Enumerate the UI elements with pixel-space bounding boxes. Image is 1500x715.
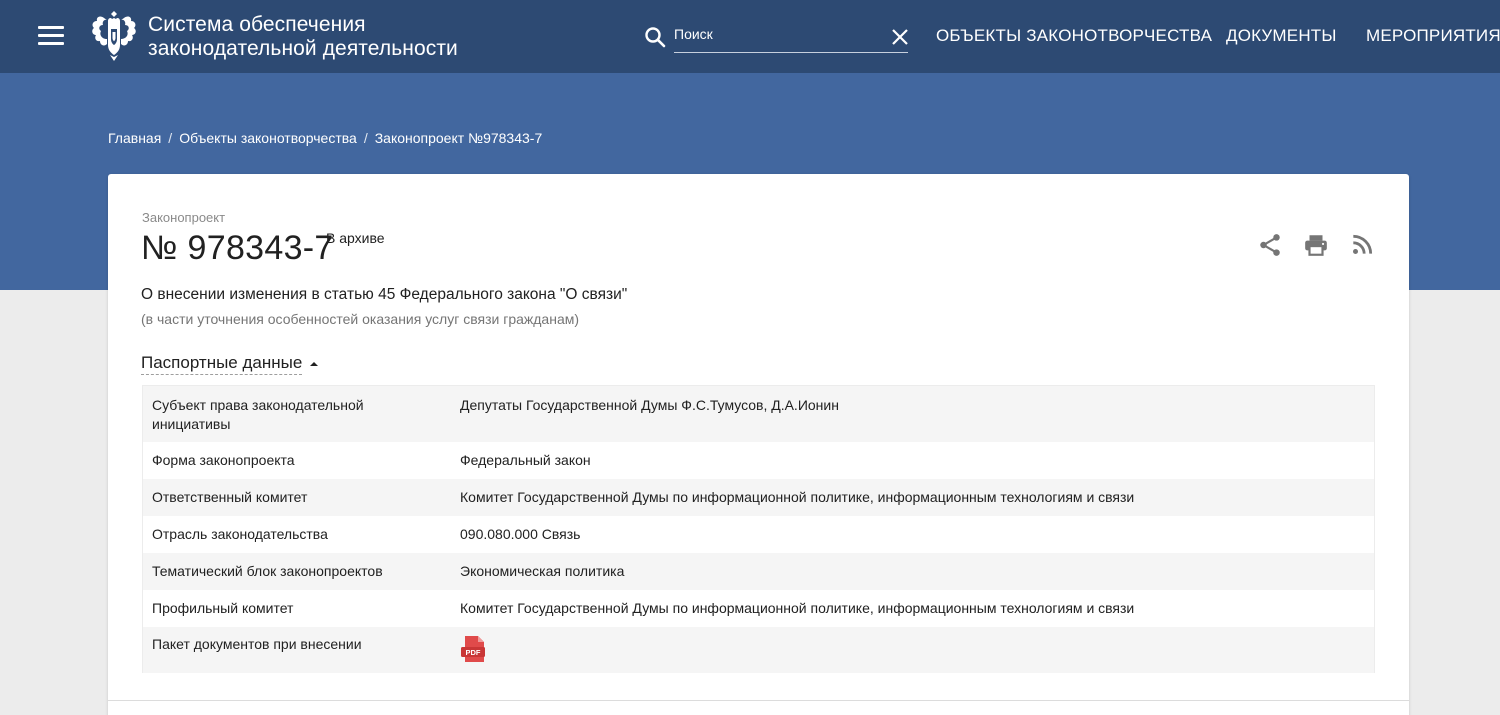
row-value: Депутаты Государственной Думы Ф.С.Тумусо…: [460, 397, 839, 413]
pdf-label: PDF: [466, 648, 481, 657]
search-input[interactable]: [674, 22, 908, 53]
bill-card: Законопроект № 978343-7 В архиве О внесе…: [108, 174, 1409, 715]
row-value: 090.080.000 Связь: [460, 526, 581, 542]
search-icon[interactable]: [643, 25, 667, 49]
row-value: Федеральный закон: [460, 452, 591, 468]
share-icon[interactable]: [1257, 232, 1283, 258]
close-icon[interactable]: [890, 27, 910, 47]
status-badge: В архиве: [326, 230, 385, 246]
site-title-line1: Система обеспечения: [148, 13, 366, 36]
row-value: Экономическая политика: [460, 563, 625, 579]
row-key-line2: инициативы: [152, 416, 231, 432]
bill-note: (в части уточнения особенностей оказания…: [141, 311, 580, 327]
table-row: Тематический блок законопроектов Экономи…: [143, 553, 1374, 590]
row-key: Форма законопроекта: [152, 452, 295, 468]
row-key: Пакет документов при внесении: [152, 636, 362, 652]
nav-events[interactable]: МЕРОПРИЯТИЯ: [1366, 26, 1500, 46]
row-key: Тематический блок законопроектов: [152, 563, 383, 579]
site-title-line2: законодательной деятельности: [148, 37, 458, 60]
bill-title: О внесении изменения в статью 45 Федерал…: [141, 286, 628, 303]
table-row: Субъект права законодательной инициативы…: [143, 386, 1374, 442]
row-key: Профильный комитет: [152, 600, 294, 616]
nav-lawmaking-objects[interactable]: ОБЪЕКТЫ ЗАКОНОТВОРЧЕСТВА: [936, 26, 1212, 46]
passport-data-toggle[interactable]: Паспортные данные: [141, 352, 319, 375]
row-value: Комитет Государственной Думы по информац…: [460, 489, 1135, 505]
top-bar: Система обеспечения законодательной деят…: [0, 0, 1500, 73]
bill-number: № 978343-7: [141, 229, 334, 267]
breadcrumb-home[interactable]: Главная: [108, 130, 161, 146]
pdf-file-icon[interactable]: PDF: [460, 635, 488, 663]
caret-up-icon: [310, 361, 319, 366]
table-row: Профильный комитет Комитет Государственн…: [143, 590, 1374, 627]
row-key: Субъект права законодательной инициативы: [152, 396, 442, 434]
breadcrumb-lawmaking-objects[interactable]: Объекты законотворчества: [179, 130, 357, 146]
print-icon[interactable]: [1303, 232, 1329, 258]
row-value: Комитет Государственной Думы по информац…: [460, 600, 1135, 616]
coat-of-arms-emblem[interactable]: [90, 11, 138, 61]
table-row: Форма законопроекта Федеральный закон: [143, 442, 1374, 479]
rss-icon[interactable]: [1349, 232, 1375, 258]
breadcrumb: Главная / Объекты законотворчества / Зак…: [108, 130, 542, 146]
table-row: Ответственный комитет Комитет Государств…: [143, 479, 1374, 516]
menu-icon[interactable]: [38, 26, 64, 46]
table-row: Отрасль законодательства 090.080.000 Свя…: [143, 516, 1374, 553]
passport-data-label: Паспортные данные: [141, 352, 303, 375]
breadcrumb-current-bill[interactable]: Законопроект №978343-7: [375, 130, 543, 146]
row-key: Отрасль законодательства: [152, 526, 328, 542]
breadcrumb-separator: /: [363, 130, 368, 146]
row-key: Ответственный комитет: [152, 489, 308, 505]
breadcrumb-separator: /: [168, 130, 173, 146]
divider: [108, 700, 1409, 701]
site-title[interactable]: Система обеспечения законодательной деят…: [148, 13, 508, 61]
bill-type-label: Законопроект: [142, 210, 226, 225]
row-key-line1: Субъект права законодательной: [152, 397, 364, 413]
passport-table: Субъект права законодательной инициативы…: [142, 385, 1375, 673]
nav-documents[interactable]: ДОКУМЕНТЫ: [1226, 26, 1337, 46]
table-row: Пакет документов при внесении PDF: [143, 627, 1374, 673]
